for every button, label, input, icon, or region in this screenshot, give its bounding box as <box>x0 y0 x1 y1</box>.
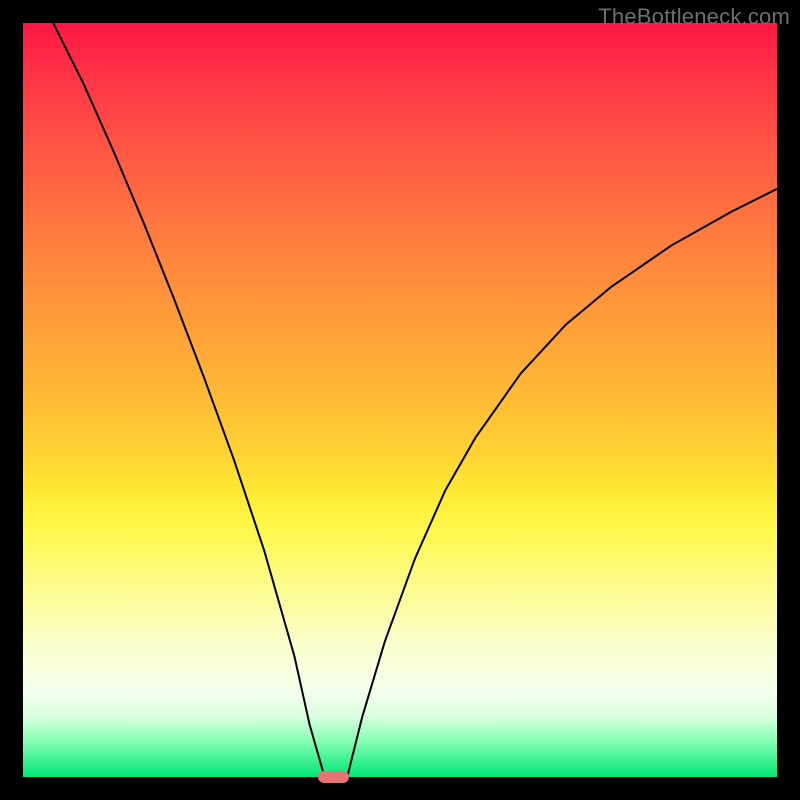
watermark-text: TheBottleneck.com <box>598 4 790 30</box>
bottleneck-curve <box>23 23 777 777</box>
optimal-marker <box>318 771 350 783</box>
plot-area <box>23 23 777 777</box>
chart-frame: TheBottleneck.com <box>0 0 800 800</box>
